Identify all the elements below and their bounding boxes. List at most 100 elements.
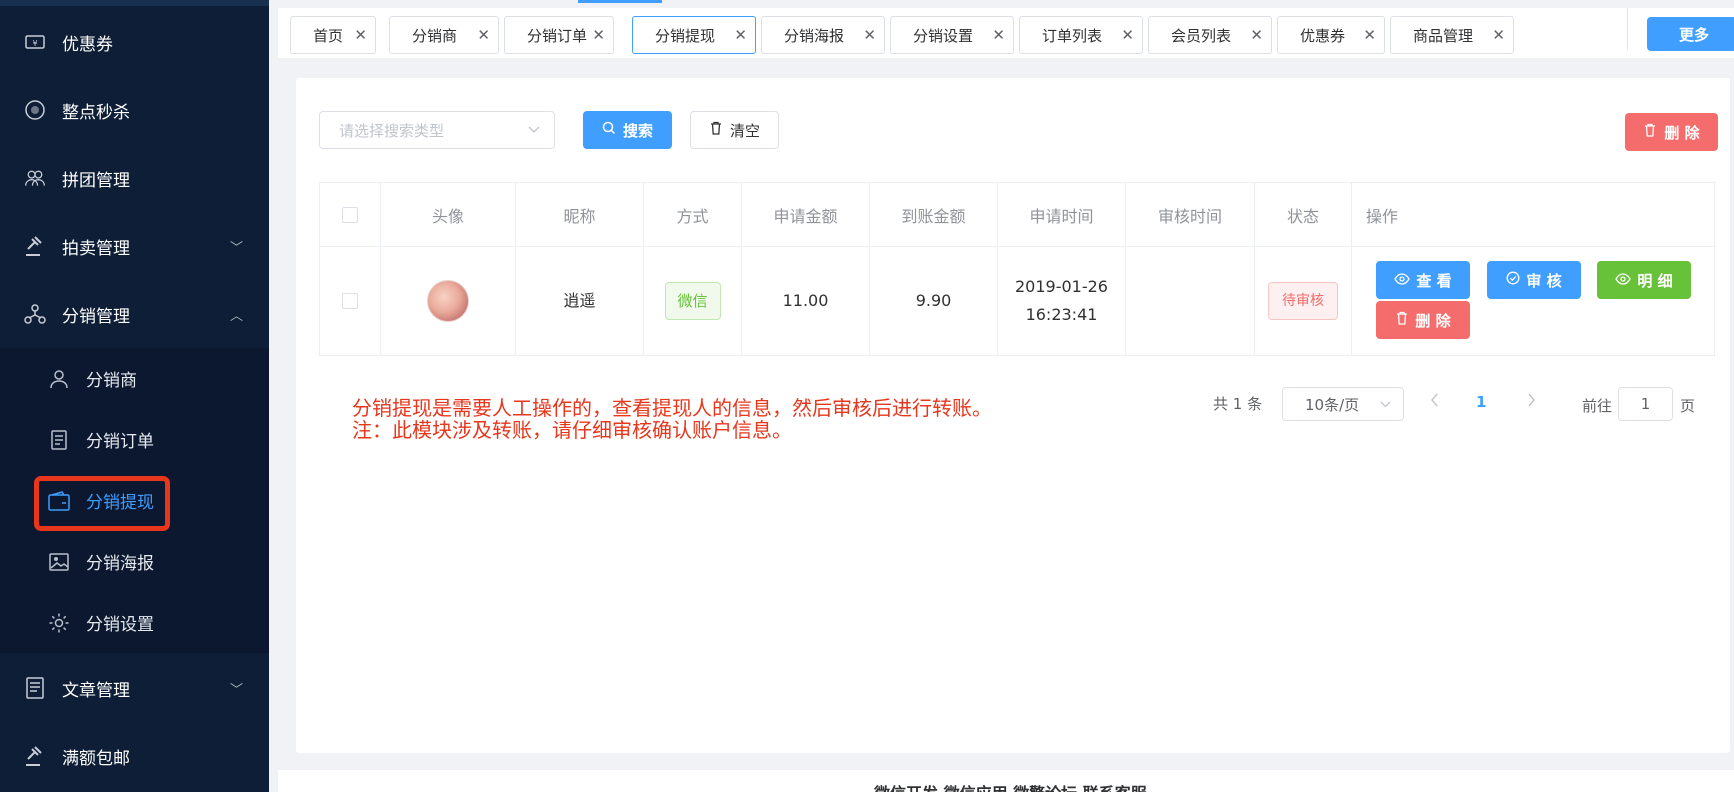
close-icon[interactable]: ✕ [477, 26, 490, 44]
header-apply-amount: 申请金额 [742, 183, 870, 247]
avatar [427, 280, 469, 322]
sidebar-item-coupons[interactable]: ¥ 优惠券 [0, 8, 269, 76]
distribution-icon [24, 303, 46, 325]
more-tabs-label: 更多 [1679, 25, 1710, 44]
chevron-down-icon: ﹀ [229, 240, 243, 256]
close-icon[interactable]: ✕ [734, 26, 747, 44]
image-icon [48, 551, 70, 573]
check-circle-icon [1506, 271, 1520, 289]
sidebar-item-flash-sale[interactable]: 整点秒杀 [0, 76, 269, 144]
tab-distribution-orders[interactable]: 分销订单 ✕ [504, 16, 614, 54]
tab-distributors[interactable]: 分销商 ✕ [389, 16, 499, 54]
clear-button[interactable]: 清空 [690, 111, 779, 149]
sidebar-subitem-orders[interactable]: 分销订单 [0, 409, 269, 470]
view-button-label: 查 看 [1416, 271, 1452, 290]
tabs-bar: 首页 ✕ 分销商 ✕ 分销订单 ✕ 分销提现 ✕ 分销海报 ✕ 分销设置 ✕ 订… [278, 0, 1734, 58]
sidebar-item-label: 满额包邮 [62, 748, 130, 769]
gavel-icon [24, 745, 46, 767]
header-avatar: 头像 [381, 183, 516, 247]
select-all-checkbox[interactable] [342, 206, 358, 223]
page-size-value: 10条/页 [1305, 395, 1360, 414]
received-amount-cell: 9.90 [870, 247, 998, 355]
footer-links: 微信开发 微信应用 微擎论坛 联系客服 [874, 780, 1147, 792]
close-icon[interactable]: ✕ [863, 26, 876, 44]
sidebar-item-group-buy[interactable]: 拼团管理 [0, 144, 269, 212]
tab-label: 优惠券 [1300, 26, 1346, 45]
more-tabs-button[interactable]: 更多 [1647, 17, 1734, 51]
close-icon[interactable]: ✕ [1492, 26, 1505, 44]
search-button-label: 搜索 [622, 121, 653, 140]
tab-member-list[interactable]: 会员列表 ✕ [1148, 16, 1272, 54]
tab-label: 会员列表 [1171, 26, 1232, 45]
view-button[interactable]: 查 看 [1376, 261, 1470, 299]
bulk-delete-label: 删 除 [1664, 123, 1700, 142]
pagination-page-unit: 页 [1680, 397, 1696, 415]
header-audit-time: 审核时间 [1126, 183, 1255, 247]
tabs-top-indicator [578, 0, 662, 3]
document-icon [48, 429, 70, 451]
close-icon[interactable]: ✕ [992, 26, 1005, 44]
sidebar-item-distribution[interactable]: 分销管理 ︿ [0, 280, 269, 348]
tab-distribution-posters[interactable]: 分销海报 ✕ [761, 16, 885, 54]
tab-label: 分销设置 [913, 26, 974, 45]
sidebar-subitem-posters[interactable]: 分销海报 [0, 531, 269, 592]
tab-distribution-settings[interactable]: 分销设置 ✕ [890, 16, 1014, 54]
chevron-left-icon[interactable] [1430, 392, 1439, 411]
main-card: 请选择搜索类型 搜索 清空 删 除 头像 昵称 方式 申请金额 到账金额 申请时… [296, 78, 1730, 753]
pagination-total: 共 1 条 [1213, 395, 1263, 413]
pagination-goto-input[interactable]: 1 [1618, 387, 1673, 421]
close-icon[interactable]: ✕ [1363, 26, 1376, 44]
page-size-select[interactable]: 10条/页 [1282, 387, 1404, 421]
audit-button[interactable]: 审 核 [1487, 261, 1581, 299]
annotation-highlight-box [34, 476, 170, 531]
sidebar-item-label: 文章管理 [62, 680, 130, 701]
apply-time-cell: 2019-01-26 16:23:41 [998, 247, 1126, 355]
sidebar-item-label: 分销管理 [62, 306, 130, 327]
sidebar-subitem-distributors[interactable]: 分销商 [0, 348, 269, 409]
tab-label: 分销订单 [527, 26, 588, 45]
detail-button[interactable]: 明 细 [1597, 261, 1691, 299]
sidebar-subitem-settings[interactable]: 分销设置 [0, 592, 269, 653]
pagination-goto-label: 前往 [1582, 397, 1613, 415]
article-icon [24, 677, 46, 699]
sidebar-subitem-label: 分销订单 [86, 432, 154, 452]
chevron-down-icon [1380, 398, 1391, 411]
audit-time-cell [1126, 247, 1255, 355]
sidebar-item-free-shipping[interactable]: 满额包邮 [0, 722, 269, 790]
tab-label: 分销海报 [784, 26, 845, 45]
tab-product-management[interactable]: 商品管理 ✕ [1390, 16, 1514, 54]
search-icon [602, 121, 616, 139]
close-icon[interactable]: ✕ [592, 26, 605, 44]
close-icon[interactable]: ✕ [354, 26, 367, 44]
delete-row-button[interactable]: 删 除 [1376, 301, 1470, 339]
note-line-2: 注：此模块涉及转账，请仔细审核确认账户信息。 [352, 418, 792, 442]
pagination-current-page[interactable]: 1 [1476, 393, 1486, 411]
eye-icon [1615, 271, 1632, 289]
clear-button-label: 清空 [729, 121, 760, 140]
apply-time-clock: 16:23:41 [1025, 305, 1098, 324]
tab-order-list[interactable]: 订单列表 ✕ [1019, 16, 1143, 54]
chevron-right-icon[interactable] [1527, 392, 1536, 411]
bulk-delete-button[interactable]: 删 除 [1625, 113, 1718, 151]
search-type-select[interactable]: 请选择搜索类型 [319, 111, 555, 149]
nickname-cell: 逍遥 [516, 247, 644, 355]
row-checkbox[interactable] [342, 293, 358, 309]
header-received-amount: 到账金额 [870, 183, 998, 247]
header-nickname: 昵称 [516, 183, 644, 247]
sidebar-subitem-label: 分销海报 [86, 554, 154, 574]
search-button[interactable]: 搜索 [583, 111, 672, 149]
header-actions: 操作 [1352, 183, 1716, 247]
tab-distribution-withdrawal[interactable]: 分销提现 ✕ [632, 16, 756, 54]
sidebar-item-auction[interactable]: 拍卖管理 ﹀ [0, 212, 269, 280]
footer: 微信开发 微信应用 微擎论坛 联系客服 [278, 770, 1734, 792]
tab-home[interactable]: 首页 ✕ [290, 16, 376, 54]
flash-sale-icon [24, 99, 46, 121]
close-icon[interactable]: ✕ [1250, 26, 1263, 44]
apply-time-date: 2019-01-26 [1015, 277, 1108, 296]
close-icon[interactable]: ✕ [1121, 26, 1134, 44]
tab-label: 订单列表 [1042, 26, 1103, 45]
sidebar-subitem-label: 分销设置 [86, 615, 154, 635]
tab-coupons[interactable]: 优惠券 ✕ [1277, 16, 1385, 54]
eye-icon [1394, 271, 1411, 289]
sidebar-item-articles[interactable]: 文章管理 ﹀ [0, 654, 269, 722]
